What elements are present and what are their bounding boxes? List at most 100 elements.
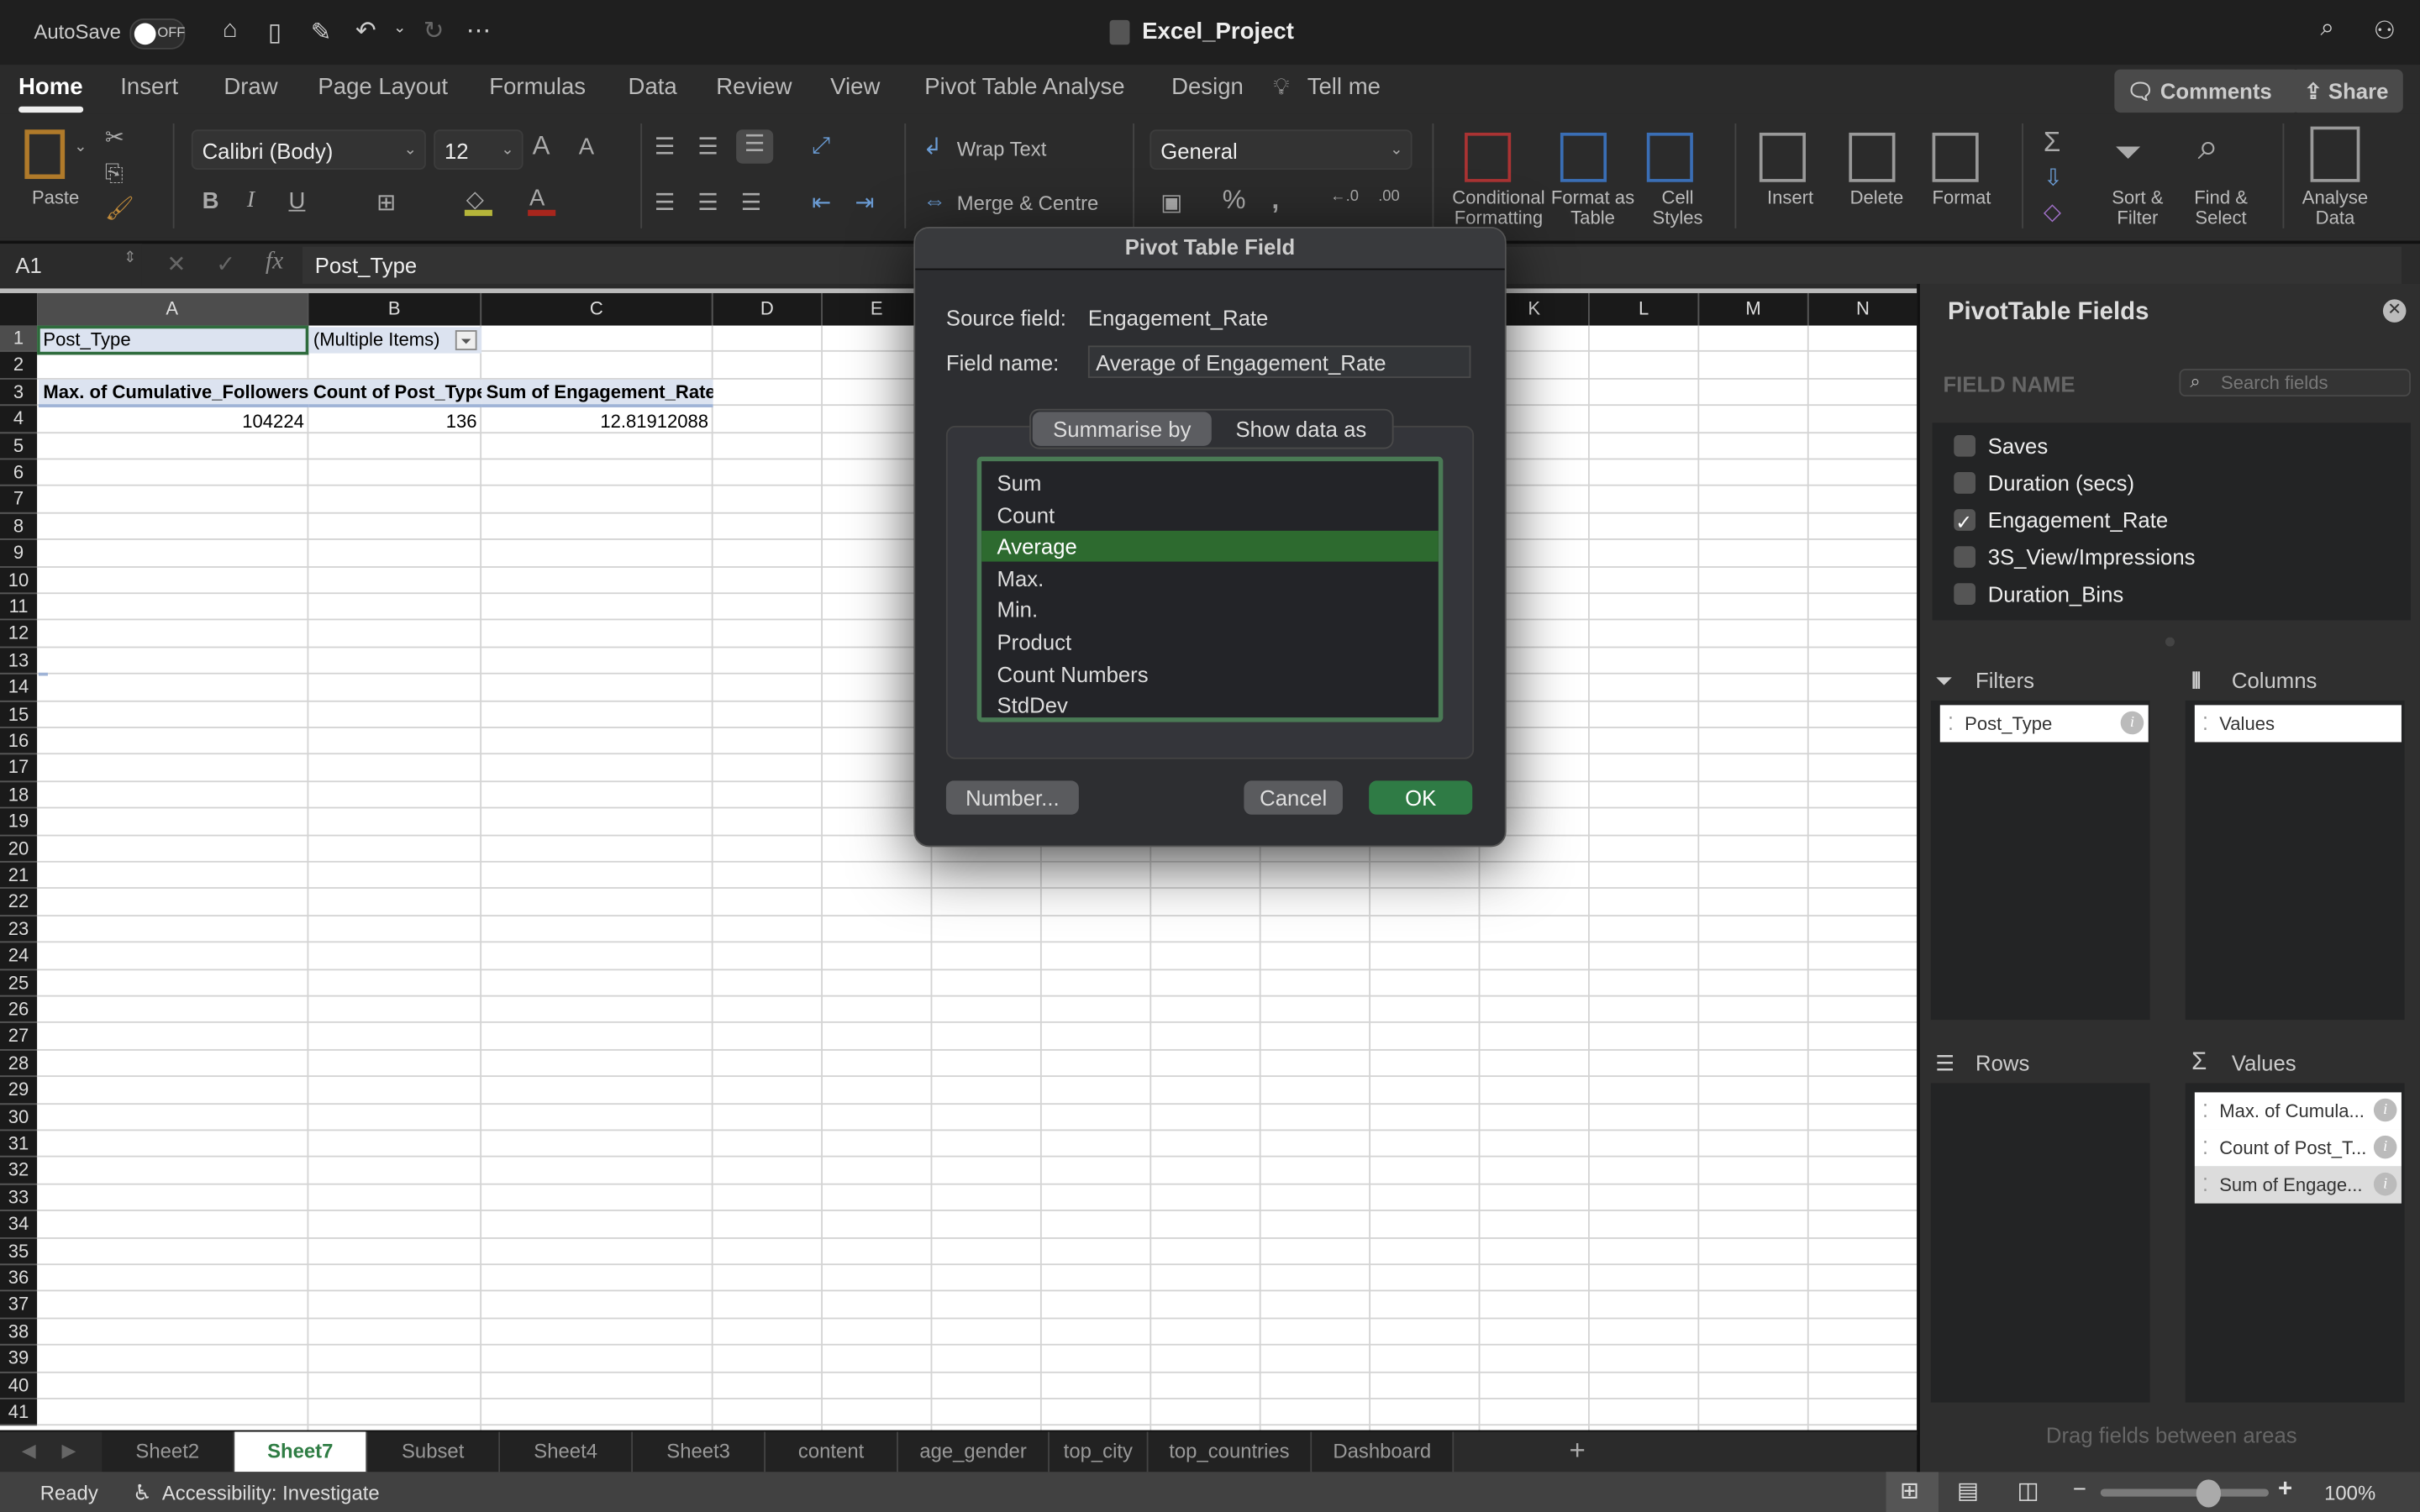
row-header-34[interactable]: 34 [0, 1211, 38, 1239]
zoom-out-button[interactable]: − [2073, 1477, 2086, 1503]
info-icon[interactable]: i [2120, 711, 2144, 735]
row-header-6[interactable]: 6 [0, 459, 38, 487]
filter-dropdown-icon[interactable]: ⏷ [455, 330, 477, 350]
save-as-icon[interactable]: ✎ [304, 17, 338, 48]
align-center-icon[interactable]: ☰ [697, 188, 718, 216]
page-layout-view-icon[interactable]: ▤ [1957, 1477, 1979, 1504]
column-header-M[interactable]: M [1699, 292, 1809, 326]
column-pill-values[interactable]: ⁚ Values [2194, 705, 2402, 743]
row-header-11[interactable]: 11 [0, 594, 38, 622]
row-header-16[interactable]: 16 [0, 727, 38, 755]
add-sheet-button[interactable]: + [1562, 1435, 1593, 1467]
tab-view[interactable]: View [830, 74, 880, 100]
info-icon[interactable]: i [2373, 1172, 2397, 1196]
redo-icon[interactable]: ↻ [417, 15, 450, 46]
function-option-stddev[interactable]: StdDev [981, 690, 1439, 721]
save-icon[interactable]: ▯ [258, 17, 292, 48]
paste-label[interactable]: Paste [18, 187, 92, 208]
align-right-icon[interactable]: ☰ [741, 188, 762, 216]
insert-cells-icon[interactable] [1759, 132, 1806, 182]
sheet-tab-sheet2[interactable]: Sheet2 [102, 1431, 235, 1473]
checkbox[interactable] [1954, 434, 1976, 457]
row-header-18[interactable]: 18 [0, 781, 38, 809]
font-color-icon[interactable]: A [529, 185, 544, 211]
percent-icon[interactable]: % [1223, 185, 1246, 216]
decrease-decimal-icon[interactable]: .00 [1378, 188, 1400, 205]
decrease-font-icon[interactable]: A [579, 134, 594, 160]
select-all-corner[interactable] [0, 292, 38, 326]
tab-page-layout[interactable]: Page Layout [318, 74, 448, 100]
scroll-tabs-left-icon[interactable]: ◀ [22, 1440, 36, 1462]
row-header-22[interactable]: 22 [0, 889, 38, 916]
paste-icon[interactable] [24, 129, 66, 180]
sheet-tab-subset[interactable]: Subset [367, 1431, 501, 1473]
cell-A3[interactable] [38, 672, 48, 676]
cut-icon[interactable]: ✂ [105, 123, 124, 151]
field-item[interactable]: Duration (secs) [1954, 466, 2402, 500]
cell-styles-button[interactable]: Cell Styles [1639, 187, 1717, 228]
checkbox-checked[interactable] [1954, 506, 1976, 540]
copy-icon[interactable]: ⎘ [105, 160, 124, 186]
zoom-in-button[interactable]: + [2278, 1477, 2292, 1504]
sort-filter-button[interactable]: Sort & Filter [2099, 187, 2176, 228]
share-people-icon[interactable]: ⚇ [2368, 15, 2402, 46]
row-header-33[interactable]: 33 [0, 1184, 38, 1212]
columns-area[interactable]: ⁚ Values [2185, 700, 2405, 1021]
function-option-count-numbers[interactable]: Count Numbers [981, 659, 1439, 690]
row-header-35[interactable]: 35 [0, 1238, 38, 1266]
undo-icon[interactable]: ↶ [349, 15, 382, 46]
row-header-36[interactable]: 36 [0, 1265, 38, 1293]
row-header-39[interactable]: 39 [0, 1345, 38, 1373]
row-header-21[interactable]: 21 [0, 862, 38, 890]
function-option-count[interactable]: Count [981, 499, 1439, 530]
analyse-data-icon[interactable] [2310, 126, 2360, 182]
filters-area[interactable]: ⁚ Post_Type i [1930, 700, 2150, 1021]
format-as-table-icon[interactable] [1560, 132, 1607, 182]
tab-summarise-by[interactable]: Summarise by [1032, 412, 1212, 446]
analyse-data-button[interactable]: Analyse Data [2296, 187, 2374, 228]
share-button[interactable]: ⇪ Share [2291, 69, 2403, 113]
comma-style-icon[interactable]: , [1271, 185, 1279, 216]
row-header-1[interactable]: 1 [0, 325, 38, 353]
page-break-view-icon[interactable]: ◫ [2018, 1477, 2039, 1504]
tab-show-data-as[interactable]: Show data as [1213, 412, 1389, 445]
document-title[interactable]: Excel_Project [1142, 18, 1294, 45]
more-icon[interactable]: ⋯ [461, 15, 495, 46]
increase-font-icon[interactable]: A [533, 131, 550, 162]
tab-formulas[interactable]: Formulas [489, 74, 586, 100]
row-header-20[interactable]: 20 [0, 835, 38, 863]
tab-data[interactable]: Data [629, 74, 677, 100]
row-header-30[interactable]: 30 [0, 1104, 38, 1131]
tab-draw[interactable]: Draw [224, 74, 277, 100]
row-header-41[interactable]: 41 [0, 1399, 38, 1426]
cell-A4[interactable]: 104224 [39, 409, 308, 435]
function-option-min[interactable]: Min. [981, 595, 1439, 626]
row-header-25[interactable]: 25 [0, 969, 38, 997]
font-name-combo[interactable]: Calibri (Body) ⌄ [191, 129, 426, 171]
autosum-icon[interactable]: Σ [2044, 127, 2060, 160]
cell-C4[interactable]: 12.81912088 [481, 409, 713, 435]
number-format-combo[interactable]: General ⌄ [1150, 129, 1413, 171]
close-panel-icon[interactable]: ✕ [2382, 299, 2407, 323]
value-pill-selected[interactable]: ⁚ Sum of Engage... i [2194, 1166, 2402, 1204]
row-header-8[interactable]: 8 [0, 513, 38, 541]
format-painter-icon[interactable]: 🖌︎ [105, 194, 134, 222]
comments-button[interactable]: 🗨︎ Comments [2114, 69, 2300, 113]
function-option-max[interactable]: Max. [981, 563, 1439, 594]
row-header-24[interactable]: 24 [0, 942, 38, 970]
find-select-button[interactable]: Find & Select [2182, 187, 2260, 228]
row-header-10[interactable]: 10 [0, 567, 38, 595]
format-as-table-button[interactable]: Format as Table [1546, 187, 1639, 228]
accessibility-icon[interactable]: ♿︎ [133, 1479, 152, 1505]
accessibility-status[interactable]: Accessibility: Investigate [162, 1481, 380, 1504]
sheet-tab-top-countries[interactable]: top_countries [1148, 1431, 1313, 1473]
function-option-product[interactable]: Product [981, 627, 1439, 658]
sheet-tab-sheet3[interactable]: Sheet3 [633, 1431, 766, 1473]
field-item[interactable]: Saves [1954, 429, 2402, 463]
tab-design[interactable]: Design [1171, 74, 1244, 100]
merge-centre-button[interactable]: Merge & Centre [957, 193, 1099, 213]
info-icon[interactable]: i [2373, 1135, 2397, 1159]
row-header-15[interactable]: 15 [0, 701, 38, 728]
fill-color-icon[interactable]: ◇ [466, 185, 484, 213]
wrap-text-button[interactable]: Wrap Text [957, 139, 1047, 159]
